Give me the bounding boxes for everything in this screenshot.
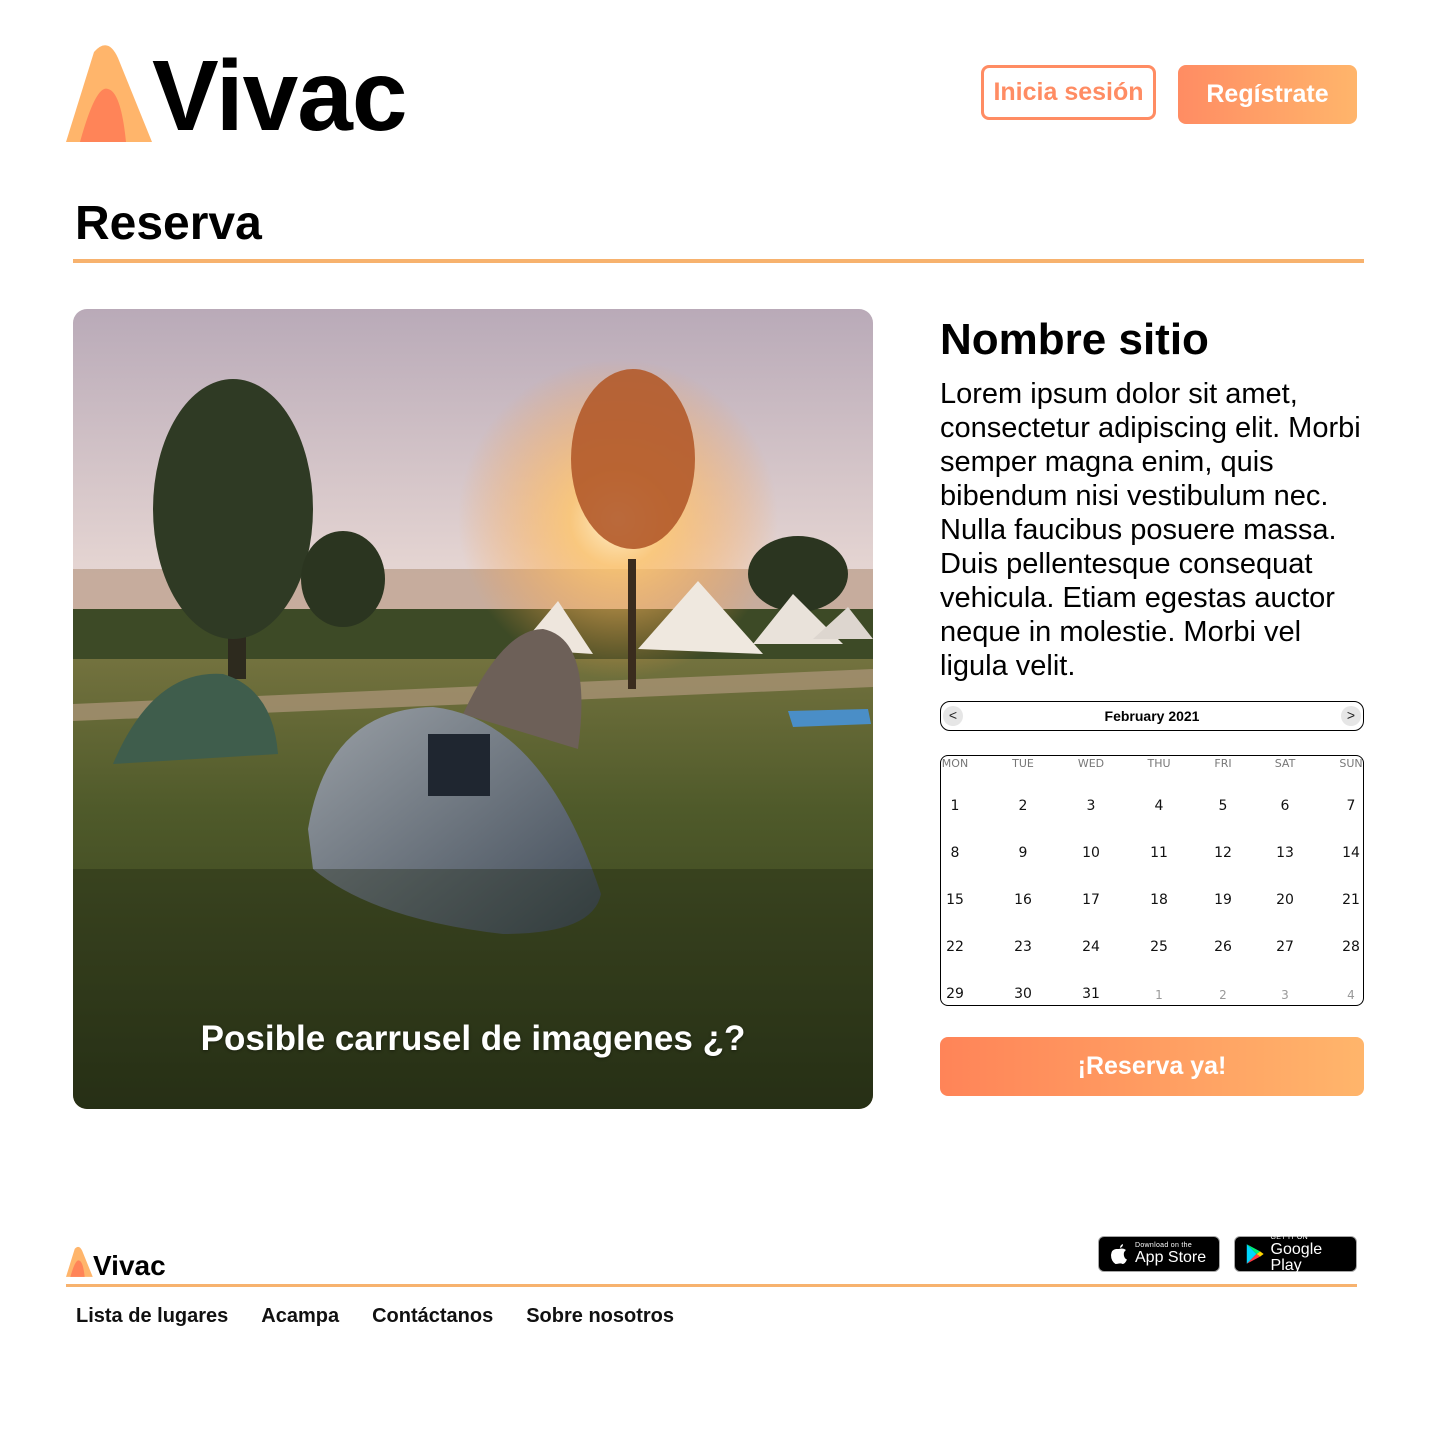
app-store-small-label: Download on the bbox=[1135, 1242, 1193, 1249]
calendar-day[interactable]: 1 bbox=[951, 798, 960, 814]
google-play-badge[interactable]: GET IT ON Google Play bbox=[1234, 1234, 1357, 1274]
calendar-day-next-month[interactable]: 2 bbox=[1219, 988, 1227, 1002]
apple-icon bbox=[1111, 1244, 1127, 1264]
page-title: Reserva bbox=[75, 197, 262, 250]
weekday-header-wed: WED bbox=[1077, 757, 1105, 770]
calendar-day[interactable]: 13 bbox=[1276, 845, 1294, 861]
footer-divider bbox=[66, 1284, 1357, 1287]
login-button[interactable]: Inicia sesión bbox=[981, 65, 1156, 120]
calendar-day[interactable]: 23 bbox=[1014, 939, 1032, 955]
calendar-day[interactable]: 4 bbox=[1155, 798, 1164, 814]
app-store-label: App Store bbox=[1135, 1249, 1207, 1266]
calendar-day[interactable]: 5 bbox=[1219, 798, 1228, 814]
app-store-badge[interactable]: Download on the App Store bbox=[1098, 1236, 1220, 1272]
calendar-grid: MON TUE WED THU FRI SAT SUN 1 2 3 4 5 6 7 8 9 10 11 12 13 14… bbox=[940, 755, 1364, 1006]
calendar-day[interactable]: 20 bbox=[1276, 892, 1294, 908]
weekday-header-sat: SAT bbox=[1274, 757, 1296, 770]
calendar-day[interactable]: 11 bbox=[1150, 845, 1168, 861]
image-carousel[interactable]: Posible carrusel de imagenes ¿? bbox=[73, 309, 873, 1109]
calendar-day-next-month[interactable]: 1 bbox=[1155, 988, 1163, 1002]
brand-logo[interactable]: Vivac bbox=[66, 40, 408, 152]
calendar-day-next-month[interactable]: 4 bbox=[1347, 988, 1355, 1002]
calendar-month-label: February 2021 bbox=[1104, 708, 1200, 724]
calendar-day[interactable]: 22 bbox=[946, 939, 964, 955]
calendar-day[interactable]: 16 bbox=[1014, 892, 1032, 908]
calendar-day[interactable]: 24 bbox=[1082, 939, 1100, 955]
weekday-header-tue: TUE bbox=[1012, 757, 1034, 770]
footer-nav: Lista de lugares Acampa Contáctanos Sobr… bbox=[76, 1305, 674, 1328]
calendar-day[interactable]: 30 bbox=[1014, 986, 1032, 1002]
calendar-month-header: < February 2021 > bbox=[940, 701, 1364, 731]
calendar-day[interactable]: 28 bbox=[1342, 939, 1360, 955]
calendar-day[interactable]: 12 bbox=[1214, 845, 1232, 861]
weekday-header-fri: FRI bbox=[1214, 757, 1232, 770]
calendar-day-next-month[interactable]: 3 bbox=[1281, 988, 1289, 1002]
tent-logo-icon bbox=[66, 1246, 93, 1277]
brand-name: Vivac bbox=[152, 40, 408, 152]
footer-link-camp[interactable]: Acampa bbox=[261, 1305, 339, 1328]
footer-brand-logo[interactable]: Vivac bbox=[66, 1244, 176, 1282]
calendar-day[interactable]: 2 bbox=[1019, 798, 1028, 814]
google-play-small-label: GET IT ON bbox=[1270, 1234, 1308, 1241]
calendar-day[interactable]: 18 bbox=[1150, 892, 1168, 908]
campsite-photo bbox=[73, 309, 873, 1109]
calendar-day[interactable]: 8 bbox=[951, 845, 960, 861]
calendar-day[interactable]: 7 bbox=[1347, 798, 1356, 814]
google-play-label: Google Play bbox=[1270, 1241, 1323, 1274]
calendar-day[interactable]: 6 bbox=[1281, 798, 1290, 814]
calendar-day[interactable]: 29 bbox=[946, 986, 964, 1002]
calendar-day[interactable]: 19 bbox=[1214, 892, 1232, 908]
calendar-day[interactable]: 10 bbox=[1082, 845, 1100, 861]
reserve-button[interactable]: ¡Reserva ya! bbox=[940, 1037, 1364, 1096]
calendar-day[interactable]: 14 bbox=[1342, 845, 1360, 861]
calendar-day[interactable]: 31 bbox=[1082, 986, 1100, 1002]
site-name: Nombre sitio bbox=[940, 315, 1209, 364]
calendar-day[interactable]: 25 bbox=[1150, 939, 1168, 955]
weekday-header-thu: THU bbox=[1147, 757, 1171, 770]
calendar-day[interactable]: 26 bbox=[1214, 939, 1232, 955]
weekday-header-mon: MON bbox=[941, 757, 969, 770]
footer-brand-name: Vivac bbox=[93, 1250, 166, 1281]
calendar-day[interactable]: 17 bbox=[1082, 892, 1100, 908]
footer-link-places[interactable]: Lista de lugares bbox=[76, 1305, 228, 1328]
calendar-prev-button[interactable]: < bbox=[943, 706, 963, 726]
footer-link-contact[interactable]: Contáctanos bbox=[372, 1305, 493, 1328]
weekday-header-sun: SUN bbox=[1339, 757, 1363, 770]
carousel-caption: Posible carrusel de imagenes ¿? bbox=[200, 1019, 746, 1058]
site-description: Lorem ipsum dolor sit amet, consectetur … bbox=[940, 378, 1361, 682]
footer-link-about[interactable]: Sobre nosotros bbox=[526, 1305, 674, 1328]
calendar-day[interactable]: 21 bbox=[1342, 892, 1360, 908]
calendar-next-button[interactable]: > bbox=[1341, 706, 1361, 726]
calendar-day[interactable]: 9 bbox=[1019, 845, 1028, 861]
google-play-icon bbox=[1246, 1244, 1264, 1264]
calendar-day[interactable]: 3 bbox=[1087, 798, 1096, 814]
calendar-day[interactable]: 27 bbox=[1276, 939, 1294, 955]
tent-logo-icon bbox=[66, 45, 152, 143]
title-divider bbox=[73, 259, 1364, 263]
register-button[interactable]: Regístrate bbox=[1178, 65, 1357, 124]
calendar-day[interactable]: 15 bbox=[946, 892, 964, 908]
